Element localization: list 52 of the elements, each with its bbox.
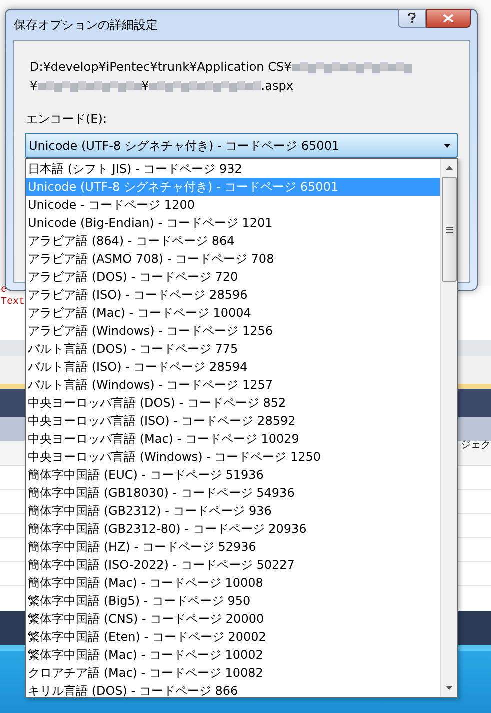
dropdown-arrow-icon [444,144,451,148]
encoding-option[interactable]: バルト言語 (DOS) - コードページ 775 [26,340,440,358]
scroll-thumb[interactable] [442,177,456,282]
encoding-option[interactable]: 簡体字中国語 (GB2312) - コードページ 936 [26,502,440,520]
encoding-option[interactable]: Unicode (Big-Endian) - コードページ 1201 [26,214,440,232]
encoding-option[interactable]: アラビア語 (Windows) - コードページ 1256 [26,322,440,340]
file-path-text: ¥ [142,78,150,94]
encoding-option[interactable]: 日本語 (シフト JIS) - コードページ 932 [26,160,440,178]
file-path-text: D:¥develop¥iPentec¥trunk¥Application CS¥ [30,58,292,76]
encoding-option[interactable]: 簡体字中国語 (GB2312-80) - コードページ 20936 [26,520,440,538]
background-text: e [1,286,8,297]
encoding-option[interactable]: 繁体字中国語 (Big5) - コードページ 950 [26,592,440,610]
close-button[interactable] [426,9,471,28]
encoding-option[interactable]: アラビア語 (ISO) - コードページ 28596 [26,286,440,304]
encoding-option[interactable]: キリル言語 (DOS) - コードページ 866 [26,682,440,700]
file-path-text: ¥ [30,78,38,94]
encoding-option[interactable]: バルト言語 (ISO) - コードページ 28594 [26,358,440,376]
encoding-option[interactable]: 簡体字中国語 (EUC) - コードページ 51936 [26,466,440,484]
encoding-option[interactable]: アラビア語 (864) - コードページ 864 [26,232,440,250]
blurred-text-icon [292,60,412,72]
encoding-option[interactable]: 繁体字中国語 (Mac) - コードページ 10002 [26,646,440,664]
encoding-option[interactable]: 簡体字中国語 (GB18030) - コードページ 54936 [26,484,440,502]
background-text: ジェク [461,441,491,451]
encoding-dropdown[interactable]: Unicode (UTF-8 シグネチャ付き) - コードページ 65001 [25,133,458,158]
grip-icon [446,226,452,232]
scroll-up-icon [446,166,452,170]
encoding-option[interactable]: 繁体字中国語 (CNS) - コードページ 20000 [26,610,440,628]
encoding-option[interactable]: 中央ヨーロッパ言語 (Mac) - コードページ 10029 [26,430,440,448]
encoding-option[interactable]: 中央ヨーロッパ言語 (ISO) - コードページ 28592 [26,412,440,430]
encoding-option[interactable]: バルト言語 (Windows) - コードページ 1257 [26,376,440,394]
help-icon [408,13,416,24]
encoding-option[interactable]: アラビア語 (DOS) - コードページ 720 [26,268,440,286]
encoding-option[interactable]: Unicode - コードページ 1200 [26,196,440,214]
help-button[interactable] [398,9,426,28]
scroll-down-icon [446,686,452,690]
window-title: 保存オプションの詳細設定 [14,17,158,34]
close-icon [443,14,454,23]
encoding-label: エンコード(E): [26,111,108,128]
encoding-option[interactable]: アラビア語 (Mac) - コードページ 10004 [26,304,440,322]
blurred-text-icon [38,80,142,92]
encoding-option[interactable]: 簡体字中国語 (ISO-2022) - コードページ 50227 [26,556,440,574]
file-path-text: .aspx [261,78,294,94]
encoding-option[interactable]: 中央ヨーロッパ言語 (DOS) - コードページ 852 [26,394,440,412]
encoding-option[interactable]: クロアチア語 (Mac) - コードページ 10082 [26,664,440,682]
scrollbar[interactable] [440,159,457,697]
blurred-text-icon [149,80,262,92]
encoding-option[interactable]: アラビア語 (ASMO 708) - コードページ 708 [26,250,440,268]
encoding-option[interactable]: 中央ヨーロッパ言語 (Windows) - コードページ 1250 [26,448,440,466]
encoding-option[interactable]: 簡体字中国語 (Mac) - コードページ 10008 [26,574,440,592]
encoding-option[interactable]: 簡体字中国語 (HZ) - コードページ 52936 [26,538,440,556]
encoding-option[interactable]: 繁体字中国語 (Eten) - コードページ 20002 [26,628,440,646]
background-text: Text [1,298,26,310]
